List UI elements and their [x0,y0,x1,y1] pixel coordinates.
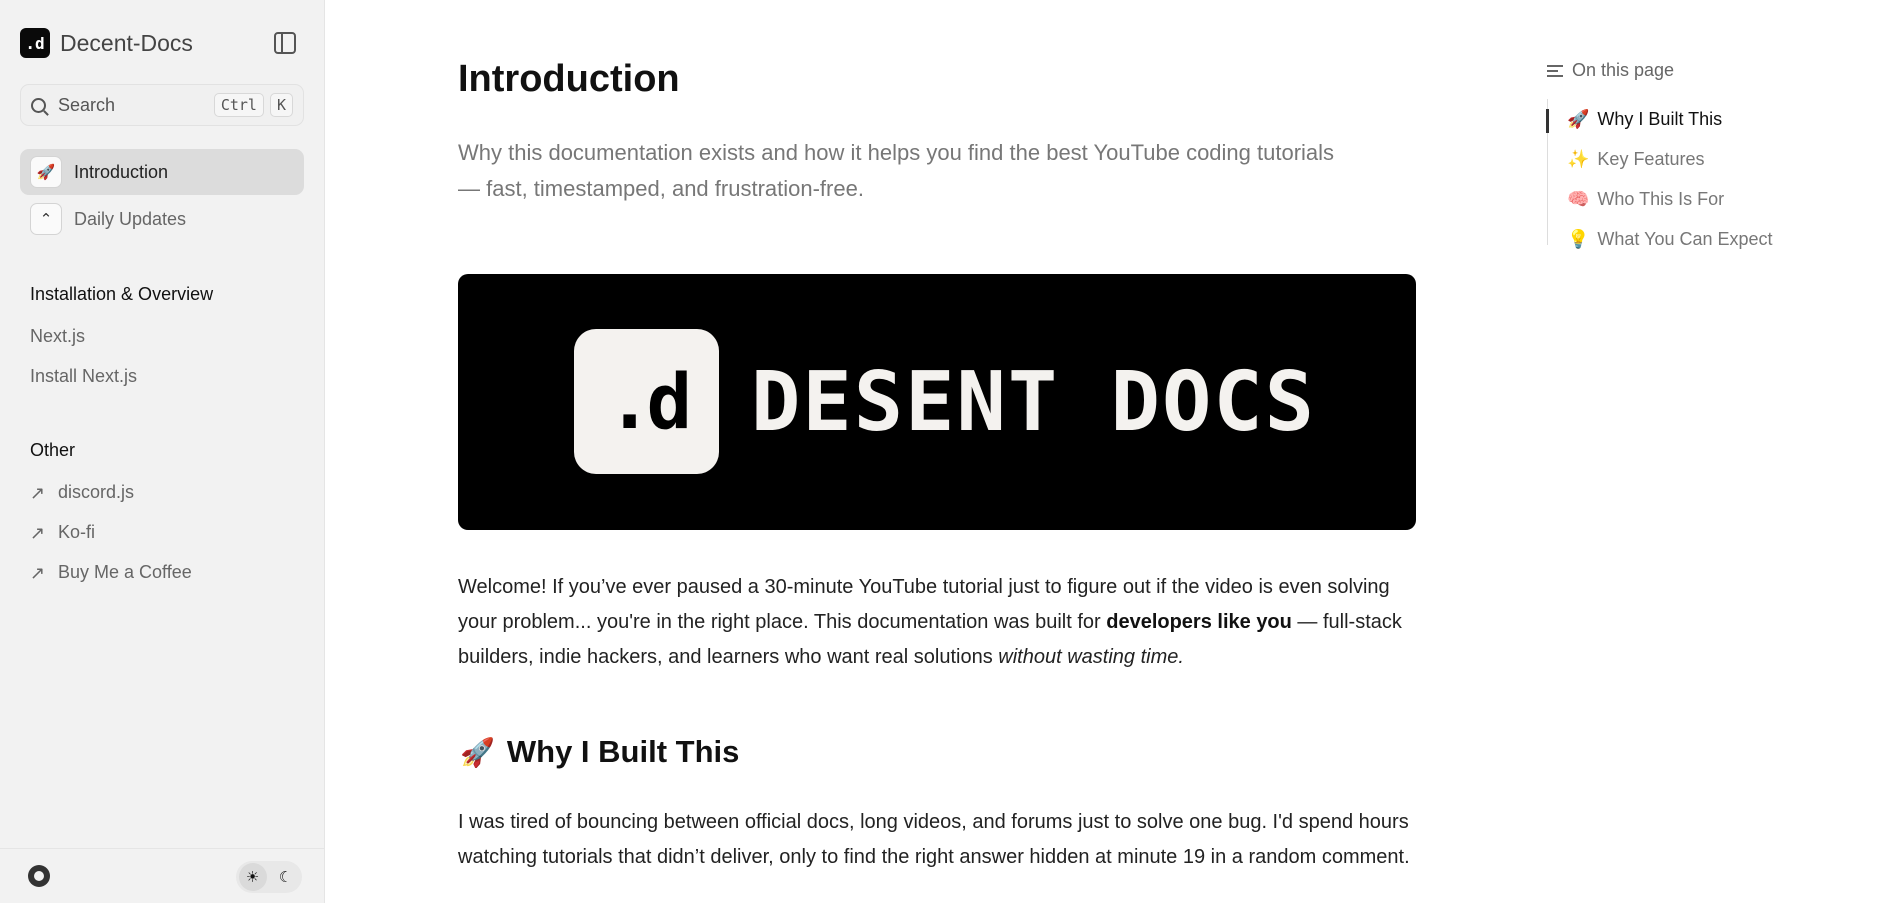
theme-switch: ☀ ☾ [236,861,302,893]
sidebar-toggle-icon[interactable] [274,32,296,54]
welcome-bold: developers like you [1106,611,1292,633]
sidebar-link-label: Ko-fi [58,522,96,542]
sidebar-link-label: Buy Me a Coffee [58,562,192,582]
section-heading-why: 🚀 Why I Built This [460,734,739,770]
table-of-contents: On this page 🚀 Why I Built This ✨ Key Fe… [1546,60,1867,249]
sidebar-link-buy-me-a-coffee[interactable]: ↗ Buy Me a Coffee [30,562,192,583]
shortcut-key-ctrl: Ctrl [213,93,264,117]
brand-logo-icon: .d [20,28,50,58]
external-link-icon: ↗ [30,522,46,543]
sidebar: .d Decent-Docs Search Ctrl K 🚀 Introduct… [0,0,325,903]
toc-item-key-features[interactable]: ✨ Key Features [1548,139,1773,179]
sidebar-footer: ☀ ☾ [0,848,324,903]
welcome-italic: without wasting time. [998,646,1184,668]
toc-item-who-this-is-for[interactable]: 🧠 Who This Is For [1548,179,1773,219]
text-align-icon [1547,64,1563,77]
external-link-icon: ↗ [30,562,46,583]
sidebar-item-label: Introduction [74,161,169,182]
page-title: Introduction [458,58,680,100]
rocket-icon: 🚀 [1567,108,1590,129]
brain-icon: 🧠 [1567,188,1590,209]
toc-item-label: Why I Built This [1597,108,1723,129]
toc-heading-label: On this page [1572,60,1675,80]
sidebar-link-discordjs[interactable]: ↗ discord.js [30,482,134,503]
welcome-paragraph: Welcome! If you’ve ever paused a 30-minu… [458,570,1418,675]
sidebar-item-introduction[interactable]: 🚀 Introduction [20,149,304,195]
hero-banner: .d DESENT DOCS [458,274,1416,530]
toc-item-what-you-can-expect[interactable]: 💡 What You Can Expect [1548,219,1773,259]
sidebar-link-nextjs[interactable]: Next.js [30,326,85,347]
why-paragraph: I was tired of bouncing between official… [458,811,1410,868]
brand-name: Decent-Docs [60,29,193,56]
toc-item-label: Key Features [1597,148,1705,169]
rocket-icon: 🚀 [30,156,62,188]
hero-title: DESENT DOCS [751,355,1317,450]
section-title-installation: Installation & Overview [30,284,214,304]
search-button[interactable]: Search Ctrl K [20,84,304,126]
chevron-up-icon: ⌃ [30,203,62,235]
toc-item-label: Who This Is For [1597,188,1725,209]
sidebar-item-daily-updates[interactable]: ⌃ Daily Updates [20,196,304,242]
search-label: Search [58,94,116,115]
github-icon[interactable] [28,865,50,887]
hero-logo: .d [574,329,719,474]
toc-list: 🚀 Why I Built This ✨ Key Features 🧠 Who … [1546,99,1773,249]
shortcut-key-k: K [269,93,293,117]
section-heading-text: Why I Built This [506,734,740,769]
search-icon [31,97,46,113]
section-title-other: Other [30,440,76,460]
sidebar-item-label: Daily Updates [74,208,187,229]
lightbulb-icon: 💡 [1567,228,1590,249]
sidebar-link-label: discord.js [58,482,135,502]
moon-icon[interactable]: ☾ [272,863,300,891]
sun-icon[interactable]: ☀ [238,863,267,891]
page-subtitle: Why this documentation exists and how it… [458,140,1335,201]
external-link-icon: ↗ [30,482,46,503]
toc-item-why-i-built-this[interactable]: 🚀 Why I Built This [1546,99,1773,139]
brand[interactable]: .d Decent-Docs [20,28,193,58]
sidebar-link-install-nextjs[interactable]: Install Next.js [30,366,137,387]
toc-item-label: What You Can Expect [1597,228,1773,249]
sparkles-icon: ✨ [1567,148,1590,169]
rocket-icon: 🚀 [460,736,495,768]
sidebar-link-kofi[interactable]: ↗ Ko-fi [30,522,95,543]
toc-heading: On this page [1547,60,1867,81]
